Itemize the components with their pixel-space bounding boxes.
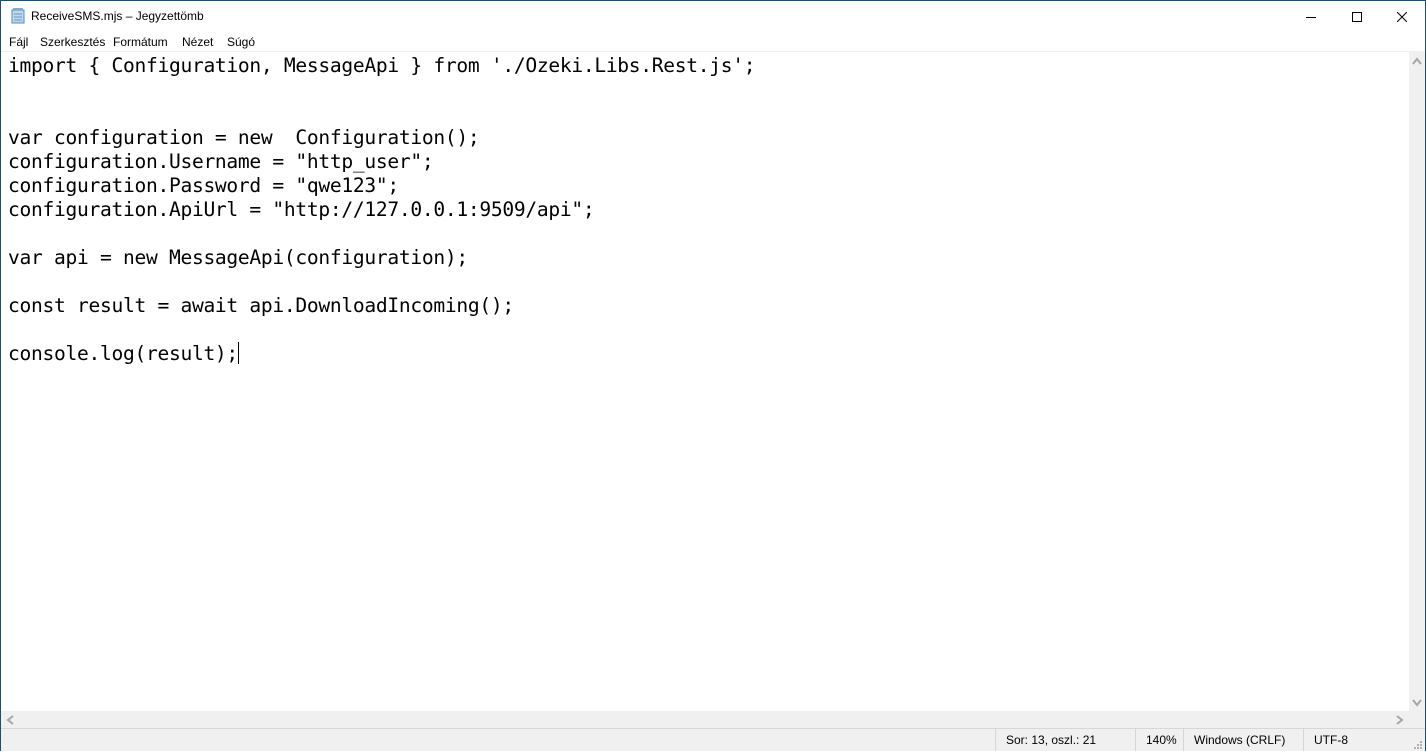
code-line: import { Configuration, MessageApi } fro… [8,54,756,77]
line-ending: Windows (CRLF) [1183,729,1304,751]
code-line: console.log(result); [8,342,238,365]
text-caret [237,342,239,364]
cursor-position: Sor: 13, oszl.: 21 [995,729,1130,751]
resize-grip-icon[interactable] [1413,739,1423,749]
close-icon [1396,7,1408,26]
code-line: configuration.Username = "http_user"; [8,150,434,173]
minimize-button[interactable] [1288,1,1334,32]
menu-format[interactable]: Formátum [113,35,168,49]
menu-edit[interactable]: Szerkesztés [40,35,105,49]
code-line: configuration.ApiUrl = "http://127.0.0.1… [8,198,595,221]
code-line: const result = await api.DownloadIncomin… [8,294,514,317]
window-title: ReceiveSMS.mjs – Jegyzettömb [31,9,204,23]
code-line: var configuration = new Configuration(); [8,126,480,149]
maximize-button[interactable] [1334,1,1380,32]
maximize-icon [1352,7,1362,26]
encoding: UTF-8 [1303,729,1414,751]
horizontal-scrollbar[interactable] [1,711,1409,728]
menu-help[interactable]: Súgó [227,35,255,49]
menu-file[interactable]: Fájl [9,35,28,49]
close-button[interactable] [1379,1,1425,32]
scroll-down-icon[interactable] [1412,697,1422,710]
code-line: configuration.Password = "qwe123"; [8,174,399,197]
text-editor[interactable]: import { Configuration, MessageApi } fro… [1,51,1409,712]
title-bar[interactable]: ReceiveSMS.mjs – Jegyzettömb [1,1,1425,32]
zoom-level: 140% [1135,729,1186,751]
notepad-window: ReceiveSMS.mjs – Jegyzettömb Fájl Szerke… [0,0,1426,751]
menu-view[interactable]: Nézet [182,35,213,49]
minimize-icon [1306,7,1316,26]
scrollbar-corner [1409,711,1425,728]
menu-bar: Fájl Szerkesztés Formátum Nézet Súgó [1,32,1425,51]
notepad-icon [11,8,25,24]
code-line: var api = new MessageApi(configuration); [8,246,468,269]
scroll-left-icon[interactable] [6,715,14,728]
status-bar: Sor: 13, oszl.: 21 140% Windows (CRLF) U… [1,728,1425,751]
scroll-right-icon[interactable] [1396,715,1404,728]
editor-content[interactable]: import { Configuration, MessageApi } fro… [8,54,756,366]
vertical-scrollbar[interactable] [1409,51,1425,711]
scroll-up-icon[interactable] [1412,55,1422,68]
